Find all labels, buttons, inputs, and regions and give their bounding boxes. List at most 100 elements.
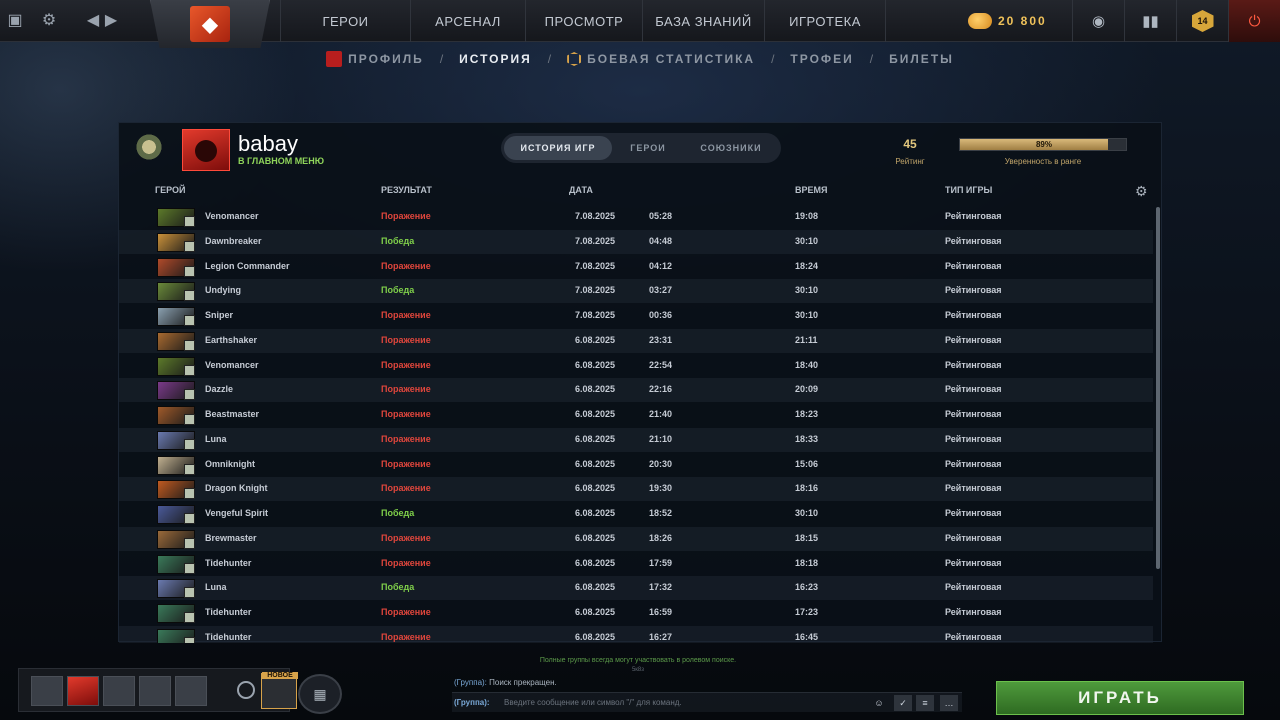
nav-game-library[interactable]: ИГРОТЕКА bbox=[764, 0, 886, 42]
match-duration: 19:08 bbox=[795, 211, 819, 221]
table-row[interactable]: Sniper Поражение 7.08.2025 00:36 30:10 Рейтин… bbox=[119, 304, 1153, 328]
table-row[interactable]: Undying Победа 7.08.2025 03:27 30:10 Рейтинго… bbox=[119, 279, 1153, 304]
subnav-tickets[interactable]: БИЛЕТЫ bbox=[877, 52, 966, 66]
dashboard-icon[interactable]: ▣ bbox=[4, 9, 26, 31]
match-time: 22:54 bbox=[649, 359, 673, 370]
notifications-button[interactable]: 14 bbox=[1176, 0, 1228, 42]
match-result: Поражение bbox=[381, 433, 431, 444]
chat-input-row[interactable]: (Группа): Введите сообщение или символ "… bbox=[452, 692, 962, 712]
table-row[interactable]: Legion Commander Поражение 7.08.2025 04:12 1… bbox=[119, 255, 1153, 279]
hero-name: Tidehunter bbox=[205, 607, 252, 617]
table-row[interactable]: Luna Победа 6.08.2025 17:32 16:23 Рейтинговая bbox=[119, 576, 1153, 601]
subnav-battle-stats[interactable]: БОЕВАЯ СТАТИСТИКА bbox=[555, 52, 767, 66]
tab-heroes[interactable]: ГЕРОИ bbox=[612, 136, 684, 160]
match-duration: 16:23 bbox=[795, 582, 819, 593]
match-date: 6.08.2025 bbox=[575, 384, 616, 395]
nav-knowledge-base[interactable]: БАЗА ЗНАНИЙ bbox=[642, 0, 764, 42]
match-date: 6.08.2025 bbox=[575, 607, 616, 617]
match-time: 17:32 bbox=[649, 582, 673, 593]
shards-wallet[interactable]: 20 800 bbox=[968, 8, 1060, 34]
check-icon[interactable]: ✓ bbox=[894, 695, 912, 711]
table-row[interactable]: Earthshaker Поражение 6.08.2025 23:31 21:11 Р… bbox=[119, 328, 1153, 353]
table-row[interactable]: Tidehunter Поражение 6.08.2025 16:27 16:45 Ре… bbox=[119, 625, 1153, 643]
inventory-icon[interactable]: ▦ bbox=[298, 674, 342, 714]
table-row[interactable]: Tidehunter Поражение 6.08.2025 17:59 18:18 Ре… bbox=[119, 552, 1153, 576]
match-result: Поражение bbox=[381, 359, 431, 370]
table-row[interactable]: Brewmaster Поражение 6.08.2025 18:26 18:15 Ре… bbox=[119, 526, 1153, 551]
table-row[interactable]: Dragon Knight Поражение 6.08.2025 19:30 18:1… bbox=[119, 477, 1153, 502]
match-date: 7.08.2025 bbox=[575, 260, 616, 271]
column-date[interactable]: ДАТА bbox=[569, 185, 593, 195]
match-result: Поражение bbox=[381, 631, 431, 642]
power-icon[interactable]: ⏻ bbox=[1228, 0, 1280, 42]
party-slot-invite[interactable] bbox=[31, 676, 63, 706]
chat-message: (Группа): Поиск прекращен. bbox=[454, 678, 557, 687]
emoji-icon[interactable]: ☺ bbox=[870, 695, 888, 711]
game-type: Рейтинговая bbox=[945, 483, 1002, 494]
hero-portrait bbox=[157, 406, 195, 425]
hero-portrait bbox=[157, 356, 195, 376]
match-result: Победа bbox=[381, 235, 415, 246]
rank-confidence-label: Уверенность в ранге bbox=[1004, 157, 1082, 166]
tab-match-history[interactable]: ИСТОРИЯ ИГР bbox=[504, 136, 612, 160]
subnav-history[interactable]: ИСТОРИЯ bbox=[447, 52, 544, 66]
game-type: Рейтинговая bbox=[945, 433, 1002, 444]
chat-system-code: 5к8з bbox=[631, 667, 645, 673]
party-slot-empty[interactable] bbox=[139, 676, 171, 706]
table-settings-gear-icon[interactable]: ⚙ bbox=[1135, 183, 1148, 200]
settings-gear-icon[interactable]: ⚙ bbox=[38, 9, 60, 31]
match-time: 20:30 bbox=[649, 458, 673, 469]
nav-watch[interactable]: ПРОСМОТР bbox=[525, 0, 642, 42]
table-row[interactable]: Vengeful Spirit Победа 6.08.2025 18:52 30:10… bbox=[119, 502, 1153, 526]
dota-plus-icon[interactable]: ◉ bbox=[1072, 0, 1124, 42]
table-row[interactable]: Dawnbreaker Победа 7.08.2025 04:48 30:10 Рейт… bbox=[119, 229, 1153, 254]
hero-portrait bbox=[157, 282, 195, 302]
refresh-icon[interactable] bbox=[237, 681, 255, 699]
subnav-profile[interactable]: ПРОФИЛЬ bbox=[314, 51, 436, 67]
party-slot-empty[interactable] bbox=[103, 676, 135, 706]
match-time: 00:36 bbox=[649, 310, 673, 320]
avatar[interactable] bbox=[182, 129, 230, 171]
match-result: Поражение bbox=[381, 384, 431, 395]
new-item-button[interactable]: НОВОЕ bbox=[261, 672, 298, 709]
settings-icon[interactable]: ≡ bbox=[916, 695, 934, 711]
party-slot-self[interactable] bbox=[67, 676, 99, 706]
dota-logo-button[interactable]: ◆ bbox=[150, 0, 270, 48]
shards-amount: 20 800 bbox=[998, 14, 1047, 28]
match-result: Победа bbox=[381, 582, 415, 593]
table-row[interactable]: Tidehunter Поражение 6.08.2025 16:59 17:23 Ре… bbox=[119, 601, 1153, 625]
table-row[interactable]: Venomancer Поражение 6.08.2025 22:54 18:40 Ре… bbox=[119, 354, 1153, 378]
more-icon[interactable]: … bbox=[940, 695, 958, 711]
match-duration: 18:40 bbox=[795, 359, 819, 370]
chat-input-channel[interactable]: (Группа): bbox=[454, 698, 490, 707]
chat-input[interactable]: Введите сообщение или символ "/" для ком… bbox=[504, 698, 682, 707]
match-list-scrollbar[interactable] bbox=[1156, 207, 1160, 569]
party-slot-empty[interactable] bbox=[175, 676, 207, 706]
new-label: НОВОЕ bbox=[262, 672, 298, 679]
nav-arsenal[interactable]: АРСЕНАЛ bbox=[410, 0, 525, 42]
game-type: Рейтинговая bbox=[945, 211, 1002, 221]
hero-name: Beastmaster bbox=[205, 409, 260, 419]
column-game-type[interactable]: ТИП ИГРЫ bbox=[945, 185, 992, 195]
play-button[interactable]: ИГРАТЬ bbox=[996, 681, 1244, 715]
forward-arrow-icon[interactable]: ▶ bbox=[100, 9, 122, 31]
column-duration[interactable]: ВРЕМЯ bbox=[795, 185, 827, 195]
table-row[interactable]: Beastmaster Поражение 6.08.2025 21:40 18:23 Р… bbox=[119, 403, 1153, 427]
column-result[interactable]: РЕЗУЛЬТАТ bbox=[381, 185, 432, 195]
subnav-trophies[interactable]: ТРОФЕИ bbox=[778, 52, 865, 66]
armory-icon[interactable]: ▮▮ bbox=[1124, 0, 1176, 42]
table-row[interactable]: Venomancer Поражение 7.08.2025 05:28 19:08 Ре… bbox=[119, 205, 1153, 229]
match-duration: 18:15 bbox=[795, 532, 819, 543]
rank-medal-icon[interactable] bbox=[133, 131, 165, 163]
tab-allies[interactable]: СОЮЗНИКИ bbox=[684, 136, 778, 160]
table-row[interactable]: Dazzle Поражение 6.08.2025 22:16 20:09 Рейтин… bbox=[119, 378, 1153, 403]
hero-portrait bbox=[157, 232, 195, 252]
match-result: Поражение bbox=[381, 483, 431, 494]
nav-heroes[interactable]: ГЕРОИ bbox=[280, 0, 410, 42]
match-history-panel: babay В ГЛАВНОМ МЕНЮ ИСТОРИЯ ИГР ГЕРОИ С… bbox=[118, 122, 1162, 643]
match-date: 6.08.2025 bbox=[575, 433, 616, 444]
hero-portrait bbox=[157, 307, 195, 326]
table-row[interactable]: Luna Поражение 6.08.2025 21:10 18:33 Рейтинго… bbox=[119, 427, 1153, 452]
table-row[interactable]: Omniknight Поражение 6.08.2025 20:30 15:06 Ре… bbox=[119, 453, 1153, 477]
column-hero[interactable]: ГЕРОЙ bbox=[155, 185, 185, 195]
